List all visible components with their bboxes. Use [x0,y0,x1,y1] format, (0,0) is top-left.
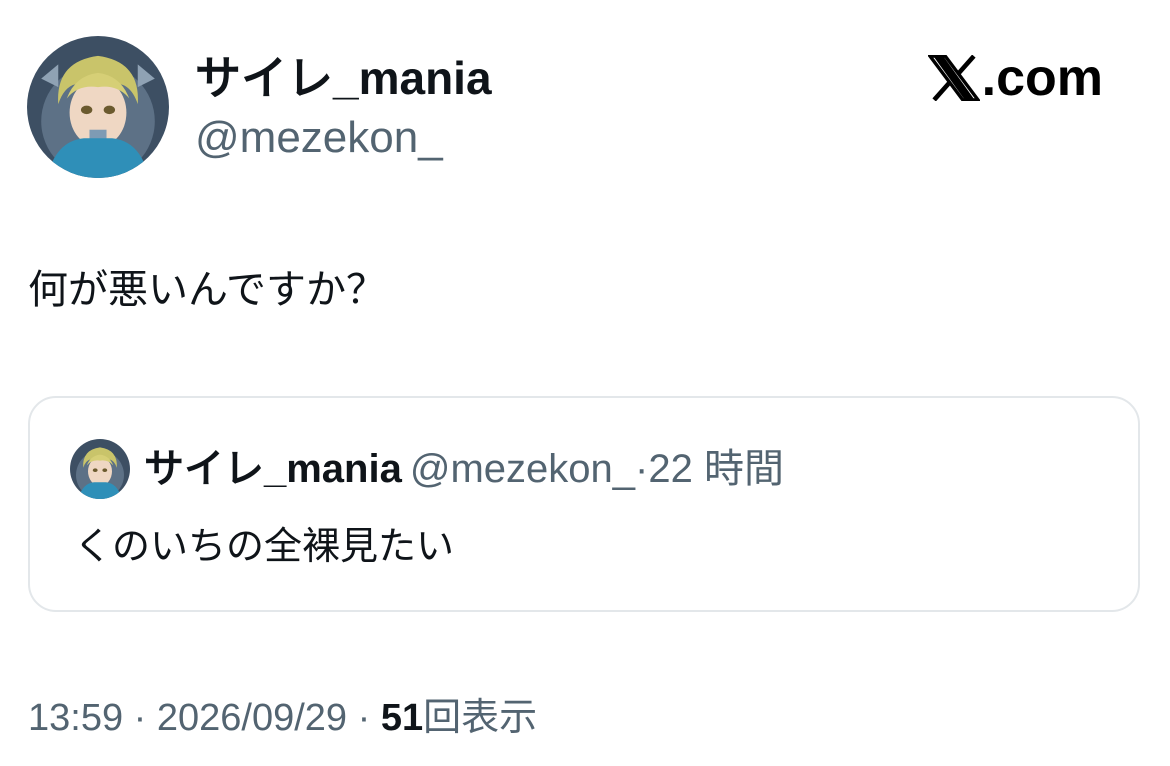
quoted-time-ago: 22 時間 [648,447,784,491]
avatar-image [27,36,169,178]
author-handle[interactable]: @mezekon_ [195,112,443,164]
meta-separator: · [123,697,157,739]
views-label: 回表示 [423,697,538,739]
x-logo-icon [927,55,980,101]
view-count: 51 [380,697,424,739]
post-date[interactable]: 2026/09/29 [157,697,347,739]
meta-separator: · [347,697,381,739]
quoted-handle: @mezekon_ [409,447,636,491]
quoted-post-text: くのいちの全裸見たい [74,524,455,568]
quoted-display-name: サイレ_mania [144,447,402,491]
brand-text: .com [981,49,1103,107]
quoted-separator: · [635,447,649,491]
post-text: 何が悪いんですか？ [28,267,386,313]
author-display-name[interactable]: サイレ_mania [195,50,492,106]
post-metadata: 13:59 · 2026/09/29 · 51回表示 [28,692,537,744]
quoted-post-header: サイレ_mania @mezekon_·22 時間 [144,443,784,495]
author-avatar[interactable] [27,36,169,178]
post-time[interactable]: 13:59 [28,697,123,739]
quoted-post-card[interactable]: サイレ_mania @mezekon_·22 時間 くのいちの全裸見たい [28,396,1140,612]
quoted-avatar-image [70,439,130,499]
quoted-author-avatar [70,439,130,499]
brand-label: .com [927,49,1103,107]
